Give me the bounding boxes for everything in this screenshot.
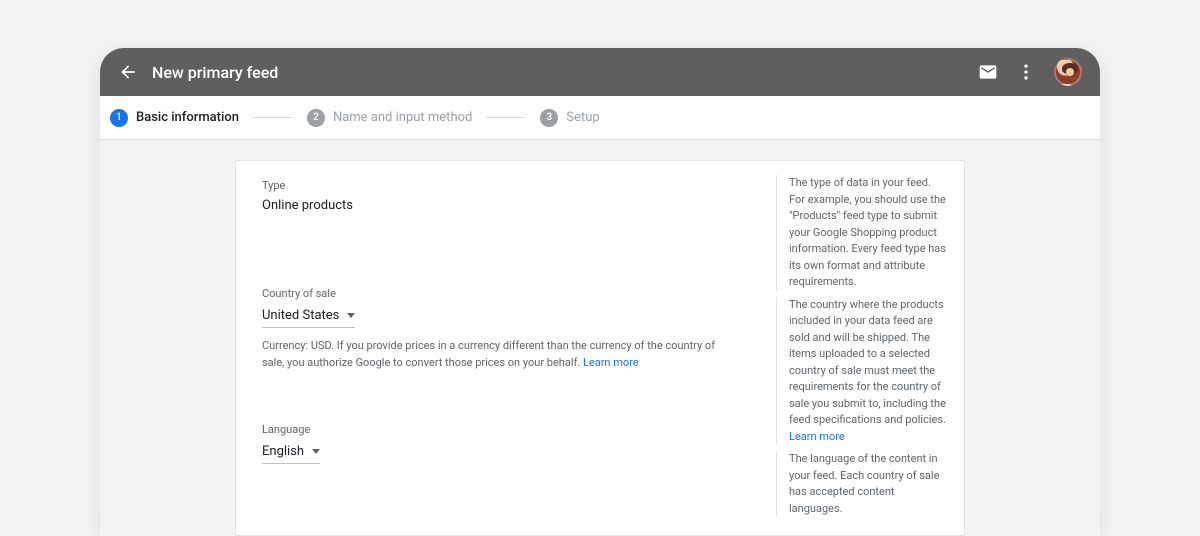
window: New primary feed 1 Basic information 2 N… <box>100 48 1100 536</box>
step-basic-information[interactable]: 1 Basic information <box>110 109 239 127</box>
learn-more-link[interactable]: Learn more <box>789 430 845 443</box>
field-type: Type Online products <box>262 179 738 217</box>
form-help-column: The type of data in your feed. For examp… <box>764 161 964 535</box>
language-dropdown[interactable]: English <box>262 442 320 464</box>
help-text: The country where the products included … <box>789 298 946 427</box>
more-vert-icon[interactable] <box>1016 62 1036 82</box>
field-label: Country of sale <box>262 287 738 300</box>
form-card: Type Online products Country of sale Uni… <box>235 160 965 536</box>
back-arrow-icon[interactable] <box>118 62 138 82</box>
step-number: 3 <box>540 109 558 127</box>
help-country: The country where the products included … <box>776 297 948 446</box>
currency-helper: Currency: USD. If you provide prices in … <box>262 338 732 371</box>
help-language: The language of the content in your feed… <box>776 451 948 517</box>
step-label: Name and input method <box>333 110 472 125</box>
field-label: Type <box>262 179 738 192</box>
field-country: Country of sale United States Currency: … <box>262 287 738 371</box>
topbar-actions <box>978 58 1082 86</box>
topbar: New primary feed <box>100 48 1100 96</box>
page-title: New primary feed <box>152 63 978 82</box>
step-connector <box>253 117 293 118</box>
stepper: 1 Basic information 2 Name and input met… <box>100 96 1100 140</box>
mail-icon[interactable] <box>978 62 998 82</box>
step-label: Basic information <box>136 110 239 125</box>
step-setup[interactable]: 3 Setup <box>540 109 599 127</box>
help-text: The type of data in your feed. For examp… <box>789 176 946 288</box>
caret-down-icon <box>347 313 355 318</box>
help-type: The type of data in your feed. For examp… <box>776 175 948 291</box>
field-label: Language <box>262 423 738 436</box>
field-language: Language English <box>262 423 738 464</box>
avatar[interactable] <box>1054 58 1082 86</box>
country-dropdown[interactable]: United States <box>262 306 355 328</box>
content: Type Online products Country of sale Uni… <box>100 140 1100 536</box>
step-number: 1 <box>110 109 128 127</box>
help-text: The language of the content in your feed… <box>789 452 939 515</box>
learn-more-link[interactable]: Learn more <box>583 356 639 369</box>
helper-text: Currency: USD. If you provide prices in … <box>262 339 715 369</box>
step-label: Setup <box>566 110 599 125</box>
step-number: 2 <box>307 109 325 127</box>
step-name-input-method[interactable]: 2 Name and input method <box>307 109 472 127</box>
step-connector <box>486 117 526 118</box>
dropdown-value: English <box>262 444 304 459</box>
field-value: Online products <box>262 196 738 217</box>
dropdown-value: United States <box>262 308 339 323</box>
form-main: Type Online products Country of sale Uni… <box>236 161 764 535</box>
caret-down-icon <box>312 449 320 454</box>
